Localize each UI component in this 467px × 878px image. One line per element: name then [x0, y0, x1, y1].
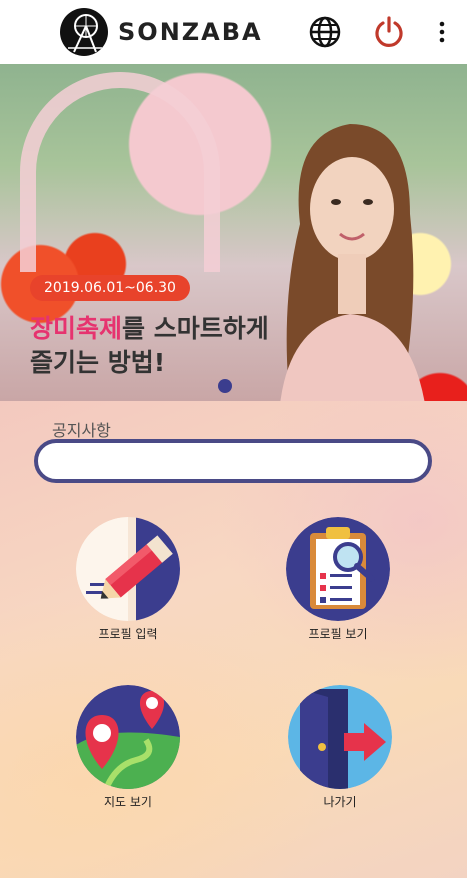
banner-model-image	[280, 124, 425, 401]
banner-title: 장미축제를 스마트하게 즐기는 방법!	[30, 312, 269, 380]
globe-icon[interactable]	[307, 14, 343, 50]
power-icon[interactable]	[371, 14, 407, 50]
profile-view-button[interactable]: 프로필 보기	[286, 517, 390, 642]
promo-banner[interactable]: 2019.06.01~06.30 장미축제를 스마트하게 즐기는 방법!	[0, 64, 467, 401]
profile-input-label: 프로필 입력	[98, 627, 158, 641]
logo-text: SONZABA	[118, 18, 263, 46]
clipboard-search-icon	[286, 517, 390, 621]
map-view-button[interactable]: 지도 보기	[76, 685, 180, 810]
more-vert-icon[interactable]	[424, 14, 460, 50]
flower-arch	[20, 72, 220, 272]
banner-title-line2: 즐기는 방법!	[30, 348, 166, 377]
logo-icon	[60, 8, 108, 56]
notice-label: 공지사항	[52, 421, 111, 440]
app-header: SONZABA	[0, 0, 467, 64]
exit-button[interactable]: 나가기	[288, 685, 392, 810]
map-view-label: 지도 보기	[104, 795, 152, 809]
exit-label: 나가기	[323, 795, 357, 809]
app-logo[interactable]: SONZABA	[60, 8, 263, 56]
pencil-icon	[76, 517, 180, 621]
exit-door-icon	[288, 685, 392, 789]
notice-input[interactable]	[34, 439, 432, 483]
map-pin-icon	[76, 685, 180, 789]
banner-title-highlight: 장미축제	[30, 314, 123, 343]
profile-input-button[interactable]: 프로필 입력	[76, 517, 180, 642]
profile-view-label: 프로필 보기	[308, 627, 368, 641]
carousel-indicator[interactable]	[218, 379, 232, 393]
banner-title-line1: 를 스마트하게	[122, 314, 269, 343]
date-range-badge: 2019.06.01~06.30	[30, 275, 190, 301]
